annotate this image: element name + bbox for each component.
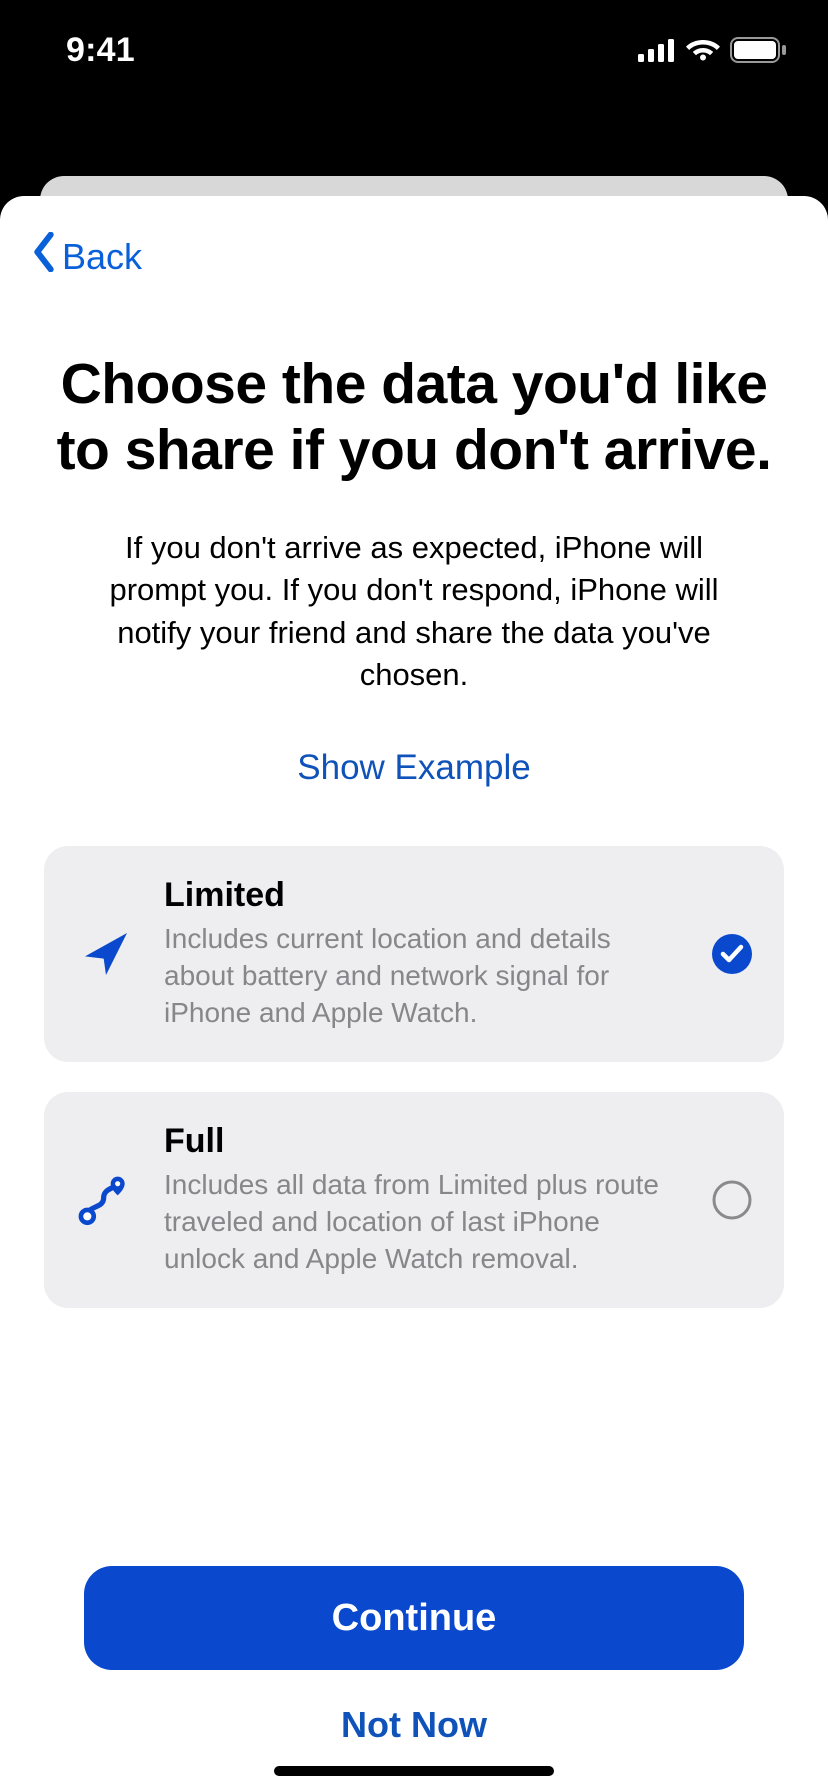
show-example-link[interactable]: Show Example	[44, 748, 784, 788]
option-text: Full Includes all data from Limited plus…	[164, 1122, 684, 1278]
option-title: Limited	[164, 876, 684, 915]
continue-button[interactable]: Continue	[84, 1566, 744, 1670]
radio-selected-icon	[710, 932, 754, 976]
wifi-icon	[686, 38, 720, 62]
cellular-icon	[638, 38, 676, 62]
option-limited[interactable]: Limited Includes current location and de…	[44, 846, 784, 1062]
status-indicators	[638, 37, 788, 63]
route-icon	[74, 1172, 138, 1228]
status-bar: 9:41	[0, 0, 828, 100]
modal-sheet: Back Choose the data you'd like to share…	[0, 196, 828, 1792]
home-indicator[interactable]	[274, 1766, 554, 1776]
radio-unselected-icon	[710, 1178, 754, 1222]
footer-actions: Continue Not Now	[44, 1566, 784, 1792]
option-description: Includes current location and details ab…	[164, 921, 684, 1032]
page-title: Choose the data you'd like to share if y…	[44, 351, 784, 483]
status-time: 9:41	[66, 31, 135, 70]
option-description: Includes all data from Limited plus rout…	[164, 1167, 684, 1278]
content-area: Choose the data you'd like to share if y…	[0, 291, 828, 1792]
back-label: Back	[62, 236, 142, 278]
battery-icon	[730, 37, 788, 63]
option-title: Full	[164, 1122, 684, 1161]
option-text: Limited Includes current location and de…	[164, 876, 684, 1032]
nav-bar: Back	[0, 196, 828, 291]
not-now-button[interactable]: Not Now	[84, 1704, 744, 1746]
option-full[interactable]: Full Includes all data from Limited plus…	[44, 1092, 784, 1308]
location-arrow-icon	[74, 926, 138, 982]
page-subtitle: If you don't arrive as expected, iPhone …	[44, 527, 784, 696]
chevron-left-icon	[30, 232, 58, 281]
options-list: Limited Includes current location and de…	[44, 846, 784, 1308]
back-button[interactable]: Back	[30, 232, 142, 281]
